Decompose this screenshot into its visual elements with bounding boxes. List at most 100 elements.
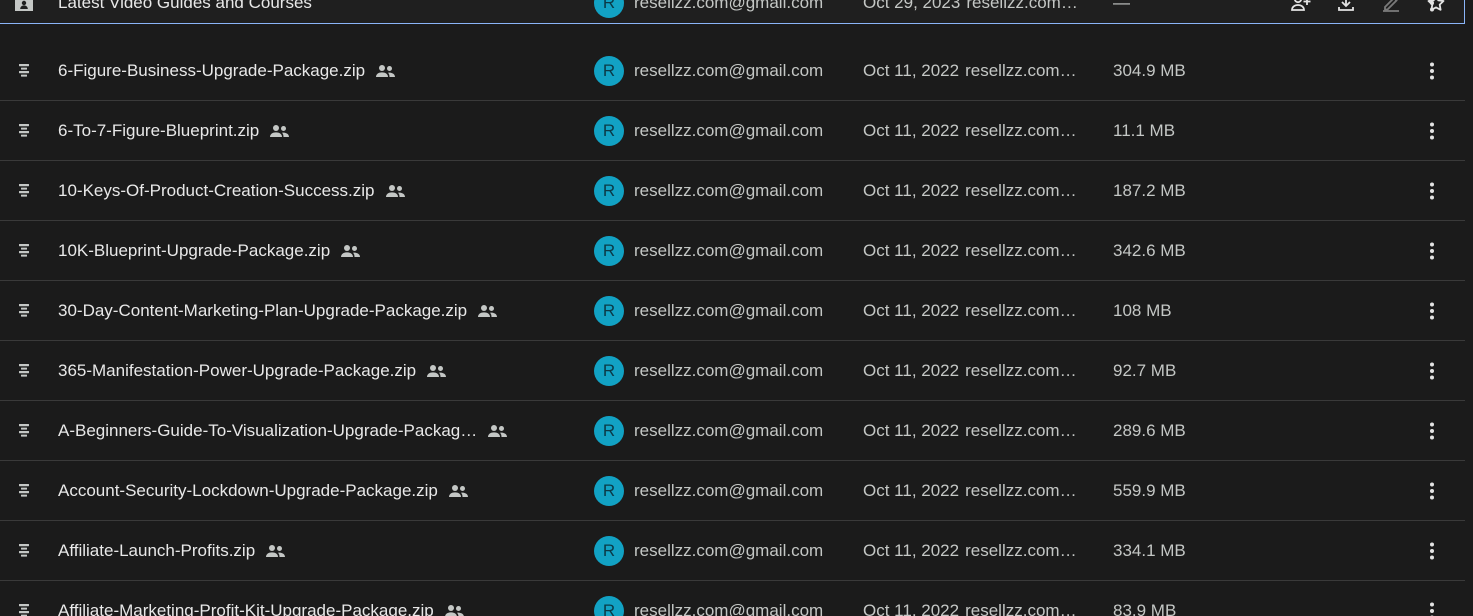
file-row[interactable]: A-Beginners-Guide-To-Visualization-Upgra… bbox=[0, 402, 1465, 461]
file-row[interactable]: Affiliate-Marketing-Profit-Kit-Upgrade-P… bbox=[0, 582, 1465, 616]
file-size: 289.6 MB bbox=[1113, 421, 1186, 440]
file-size: 92.7 MB bbox=[1113, 361, 1177, 380]
folder-row[interactable]: Latest Video Guides and Courses R resell… bbox=[0, 0, 1465, 24]
owner-cell: R resellzz.com@gmail.com bbox=[594, 582, 854, 616]
avatar: R bbox=[594, 0, 624, 18]
file-name[interactable]: 6-To-7-Figure-Blueprint.zip bbox=[58, 102, 578, 160]
avatar: R bbox=[594, 476, 624, 506]
download-icon[interactable] bbox=[1334, 0, 1358, 15]
file-name[interactable]: Affiliate-Marketing-Profit-Kit-Upgrade-P… bbox=[58, 582, 578, 616]
file-name-text: 30-Day-Content-Marketing-Plan-Upgrade-Pa… bbox=[58, 301, 468, 320]
more-vertical-icon[interactable] bbox=[1420, 462, 1444, 520]
modified-by: resellzz.com@gmail.com bbox=[965, 601, 1093, 616]
modified-date: Oct 11, 2022 bbox=[863, 181, 960, 200]
shared-people-icon bbox=[375, 64, 396, 78]
shared-people-icon bbox=[477, 304, 498, 318]
modified-by: resellzz.com@gmail.com bbox=[965, 241, 1093, 260]
file-name[interactable]: Account-Security-Lockdown-Upgrade-Packag… bbox=[58, 462, 578, 520]
owner-email: resellzz.com@gmail.com bbox=[634, 421, 824, 440]
avatar: R bbox=[594, 56, 624, 86]
file-row[interactable]: Affiliate-Launch-Profits.zip R resellzz.… bbox=[0, 522, 1465, 581]
file-row[interactable]: 30-Day-Content-Marketing-Plan-Upgrade-Pa… bbox=[0, 282, 1465, 341]
zip-file-icon bbox=[14, 42, 34, 100]
file-size: 334.1 MB bbox=[1113, 541, 1186, 560]
shared-people-icon bbox=[385, 184, 406, 198]
more-vertical-icon[interactable] bbox=[1420, 402, 1444, 460]
add-person-icon[interactable] bbox=[1289, 0, 1313, 15]
file-size: 304.9 MB bbox=[1113, 61, 1186, 80]
modified-cell: Oct 11, 2022 resellzz.com@gmail.com bbox=[863, 342, 1103, 400]
modified-by: resellzz.com@gmail.com bbox=[966, 0, 1094, 12]
file-size: 108 MB bbox=[1113, 301, 1172, 320]
more-vertical-icon[interactable] bbox=[1420, 0, 1444, 23]
owner-email: resellzz.com@gmail.com bbox=[634, 241, 824, 260]
modified-date: Oct 11, 2022 bbox=[863, 421, 960, 440]
modified-by: resellzz.com@gmail.com bbox=[965, 61, 1093, 80]
file-name[interactable]: Affiliate-Launch-Profits.zip bbox=[58, 522, 578, 580]
folder-name-text: Latest Video Guides and Courses bbox=[58, 0, 312, 12]
file-list: Latest Video Guides and Courses R resell… bbox=[0, 0, 1473, 616]
file-name-text: 6-To-7-Figure-Blueprint.zip bbox=[58, 121, 260, 140]
size-cell: — bbox=[1113, 0, 1130, 12]
file-name[interactable]: 6-Figure-Business-Upgrade-Package.zip bbox=[58, 42, 578, 100]
modified-date: Oct 11, 2022 bbox=[863, 241, 960, 260]
owner-cell: R resellzz.com@gmail.com bbox=[594, 0, 854, 23]
owner-email: resellzz.com@gmail.com bbox=[634, 601, 824, 616]
modified-date: Oct 11, 2022 bbox=[863, 481, 960, 500]
modified-date: Oct 11, 2022 bbox=[863, 121, 960, 140]
owner-email: resellzz.com@gmail.com bbox=[634, 481, 824, 500]
zip-file-icon bbox=[14, 222, 34, 280]
modified-cell: Oct 11, 2022 resellzz.com@gmail.com bbox=[863, 282, 1103, 340]
zip-file-icon bbox=[14, 102, 34, 160]
modified-date: Oct 11, 2022 bbox=[863, 301, 960, 320]
file-size: 342.6 MB bbox=[1113, 241, 1186, 260]
folder-name[interactable]: Latest Video Guides and Courses bbox=[58, 0, 578, 23]
modified-by: resellzz.com@gmail.com bbox=[965, 361, 1093, 380]
owner-cell: R resellzz.com@gmail.com bbox=[594, 222, 854, 280]
file-name[interactable]: 30-Day-Content-Marketing-Plan-Upgrade-Pa… bbox=[58, 282, 578, 340]
file-size: 11.1 MB bbox=[1113, 121, 1176, 140]
file-size: 83.9 MB bbox=[1113, 601, 1177, 616]
modified-cell: Oct 29, 2023 resellzz.com@gmail.com bbox=[863, 0, 1103, 23]
owner-cell: R resellzz.com@gmail.com bbox=[594, 162, 854, 220]
file-row[interactable]: 10K-Blueprint-Upgrade-Package.zip R rese… bbox=[0, 222, 1465, 281]
more-vertical-icon[interactable] bbox=[1420, 342, 1444, 400]
more-vertical-icon[interactable] bbox=[1420, 102, 1444, 160]
rename-pencil-icon[interactable] bbox=[1379, 0, 1403, 15]
file-row[interactable]: 6-Figure-Business-Upgrade-Package.zip R … bbox=[0, 42, 1465, 101]
modified-date: Oct 29, 2023 bbox=[863, 0, 961, 12]
file-name[interactable]: 10-Keys-Of-Product-Creation-Success.zip bbox=[58, 162, 578, 220]
more-vertical-icon[interactable] bbox=[1420, 282, 1444, 340]
owner-cell: R resellzz.com@gmail.com bbox=[594, 102, 854, 160]
avatar: R bbox=[594, 176, 624, 206]
more-vertical-icon[interactable] bbox=[1420, 522, 1444, 580]
file-row[interactable]: 10-Keys-Of-Product-Creation-Success.zip … bbox=[0, 162, 1465, 221]
file-name-text: Account-Security-Lockdown-Upgrade-Packag… bbox=[58, 481, 438, 500]
modified-by: resellzz.com@gmail.com bbox=[965, 301, 1093, 320]
shared-people-icon bbox=[426, 364, 447, 378]
modified-date: Oct 11, 2022 bbox=[863, 541, 960, 560]
more-vertical-icon[interactable] bbox=[1420, 222, 1444, 280]
file-row[interactable]: Account-Security-Lockdown-Upgrade-Packag… bbox=[0, 462, 1465, 521]
avatar: R bbox=[594, 536, 624, 566]
more-vertical-icon[interactable] bbox=[1420, 582, 1444, 616]
zip-file-icon bbox=[14, 342, 34, 400]
modified-cell: Oct 11, 2022 resellzz.com@gmail.com bbox=[863, 162, 1103, 220]
file-name[interactable]: 365-Manifestation-Power-Upgrade-Package.… bbox=[58, 342, 578, 400]
more-vertical-icon[interactable] bbox=[1420, 162, 1444, 220]
avatar: R bbox=[594, 116, 624, 146]
more-vertical-icon[interactable] bbox=[1420, 42, 1444, 100]
file-row[interactable]: 365-Manifestation-Power-Upgrade-Package.… bbox=[0, 342, 1465, 401]
shared-people-icon bbox=[444, 604, 465, 616]
avatar: R bbox=[594, 596, 624, 616]
modified-cell: Oct 11, 2022 resellzz.com@gmail.com bbox=[863, 402, 1103, 460]
file-name[interactable]: A-Beginners-Guide-To-Visualization-Upgra… bbox=[58, 402, 578, 460]
modified-by: resellzz.com@gmail.com bbox=[965, 421, 1093, 440]
modified-by: resellzz.com@gmail.com bbox=[965, 481, 1093, 500]
file-name[interactable]: 10K-Blueprint-Upgrade-Package.zip bbox=[58, 222, 578, 280]
row-actions bbox=[1236, 0, 1448, 23]
file-row[interactable]: 6-To-7-Figure-Blueprint.zip R resellzz.c… bbox=[0, 102, 1465, 161]
modified-cell: Oct 11, 2022 resellzz.com@gmail.com bbox=[863, 462, 1103, 520]
owner-cell: R resellzz.com@gmail.com bbox=[594, 402, 854, 460]
modified-by: resellzz.com@gmail.com bbox=[965, 541, 1093, 560]
